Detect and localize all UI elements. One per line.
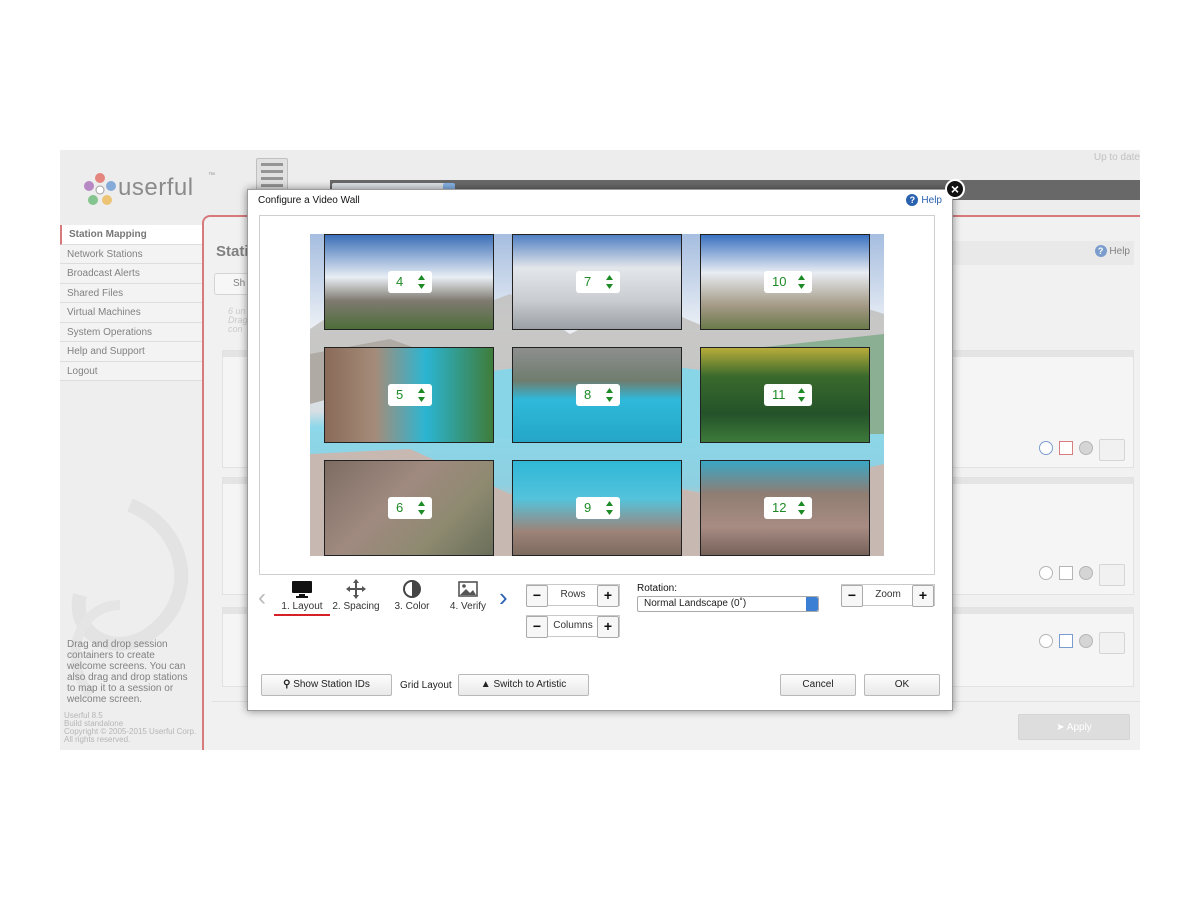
tile-id: 5 xyxy=(396,387,404,402)
tile-id-label[interactable]: 5 xyxy=(388,384,432,406)
cancel-button[interactable]: Cancel xyxy=(780,674,856,696)
ok-button[interactable]: OK xyxy=(864,674,940,696)
video-wall-canvas: 4 7 10 5 8 11 6 9 12 xyxy=(259,215,935,575)
dialog-title: Configure a Video Wall xyxy=(258,195,360,206)
show-station-ids-button[interactable]: ⚲ Show Station IDs xyxy=(261,674,392,696)
tile-id-label[interactable]: 4 xyxy=(388,271,432,293)
reorder-arrows-icon[interactable] xyxy=(798,388,805,402)
display-tile[interactable]: 7 xyxy=(512,234,682,330)
zoom-label: Zoom xyxy=(875,589,901,600)
tile-id: 12 xyxy=(772,500,787,515)
columns-label: Columns xyxy=(553,620,593,631)
search-icon: ⚲ xyxy=(283,679,291,690)
display-tile[interactable]: 12 xyxy=(700,460,870,556)
tile-id: 8 xyxy=(584,387,592,402)
zoom-stepper: − Zoom + xyxy=(841,584,935,607)
rows-stepper: − Rows + xyxy=(526,584,620,607)
rotation-value: Normal Landscape (0˚) xyxy=(644,598,747,609)
tile-id-label[interactable]: 11 xyxy=(764,384,812,406)
reorder-arrows-icon[interactable] xyxy=(606,275,613,289)
switch-to-artistic-button[interactable]: ▲ Switch to Artistic xyxy=(458,674,589,696)
image-icon xyxy=(458,581,478,597)
columns-stepper: − Columns + xyxy=(526,615,620,638)
zoom-in-button[interactable]: + xyxy=(912,585,934,607)
dialog-help-label: Help xyxy=(921,194,942,206)
rows-increment-button[interactable]: + xyxy=(597,585,619,607)
tile-id-label[interactable]: 12 xyxy=(764,497,812,519)
tile-id-label[interactable]: 7 xyxy=(576,271,620,293)
reorder-arrows-icon[interactable] xyxy=(798,501,805,515)
display-tile[interactable]: 9 xyxy=(512,460,682,556)
columns-decrement-button[interactable]: − xyxy=(526,616,548,638)
reorder-arrows-icon[interactable] xyxy=(418,501,425,515)
rows-label: Rows xyxy=(560,589,586,600)
dialog-help-link[interactable]: ? Help xyxy=(906,194,942,206)
tile-id: 7 xyxy=(584,274,592,289)
shapes-icon: ▲ xyxy=(480,679,491,690)
tab-label: 3. Color xyxy=(394,601,430,612)
chevron-left-icon[interactable]: ‹ xyxy=(258,584,266,612)
close-icon[interactable]: × xyxy=(945,179,965,199)
display-tile[interactable]: 6 xyxy=(324,460,494,556)
rows-decrement-button[interactable]: − xyxy=(526,585,548,607)
configure-video-wall-dialog: Configure a Video Wall ? Help 4 7 10 5 8… xyxy=(247,189,953,711)
help-icon: ? xyxy=(906,194,919,206)
tile-id-label[interactable]: 9 xyxy=(576,497,620,519)
reorder-arrows-icon[interactable] xyxy=(418,275,425,289)
switch-artistic-label: Switch to Artistic xyxy=(493,679,567,690)
monitor-icon xyxy=(292,581,312,598)
display-tile[interactable]: 8 xyxy=(512,347,682,443)
contrast-icon xyxy=(403,580,421,598)
reorder-arrows-icon[interactable] xyxy=(798,275,805,289)
step-tabs: ‹ 1. Layout 2. Spacing 3. Color 4. Verif… xyxy=(256,574,516,626)
zoom-out-button[interactable]: − xyxy=(841,585,863,607)
display-tile[interactable]: 10 xyxy=(700,234,870,330)
grid-layout-label: Grid Layout xyxy=(400,680,452,691)
display-tile[interactable]: 5 xyxy=(324,347,494,443)
wall-preview: 4 7 10 5 8 11 6 9 12 xyxy=(310,234,884,556)
tab-label: 1. Layout xyxy=(274,601,330,616)
tab-layout[interactable]: 1. Layout xyxy=(274,576,330,620)
tab-verify[interactable]: 4. Verify xyxy=(440,576,496,620)
tile-id-label[interactable]: 8 xyxy=(576,384,620,406)
tile-id: 6 xyxy=(396,500,404,515)
chevron-right-icon[interactable]: › xyxy=(499,582,508,613)
display-tile[interactable]: 11 xyxy=(700,347,870,443)
chevron-updown-icon[interactable] xyxy=(806,597,818,611)
show-station-ids-label: Show Station IDs xyxy=(293,679,370,690)
tile-id-label[interactable]: 10 xyxy=(764,271,812,293)
tile-id: 9 xyxy=(584,500,592,515)
tile-id: 10 xyxy=(772,274,787,289)
rotation-select[interactable]: Normal Landscape (0˚) xyxy=(637,596,819,612)
tab-label: 2. Spacing xyxy=(332,601,380,612)
columns-increment-button[interactable]: + xyxy=(597,616,619,638)
tile-id: 4 xyxy=(396,274,404,289)
rotation-label: Rotation: xyxy=(637,583,678,594)
reorder-arrows-icon[interactable] xyxy=(418,388,425,402)
reorder-arrows-icon[interactable] xyxy=(606,501,613,515)
tab-label: 4. Verify xyxy=(449,601,487,612)
display-tile[interactable]: 4 xyxy=(324,234,494,330)
tab-spacing[interactable]: 2. Spacing xyxy=(328,576,384,620)
tile-id: 11 xyxy=(772,387,786,402)
move-icon xyxy=(346,579,366,599)
tab-color[interactable]: 3. Color xyxy=(384,576,440,620)
reorder-arrows-icon[interactable] xyxy=(606,388,613,402)
tile-id-label[interactable]: 6 xyxy=(388,497,432,519)
